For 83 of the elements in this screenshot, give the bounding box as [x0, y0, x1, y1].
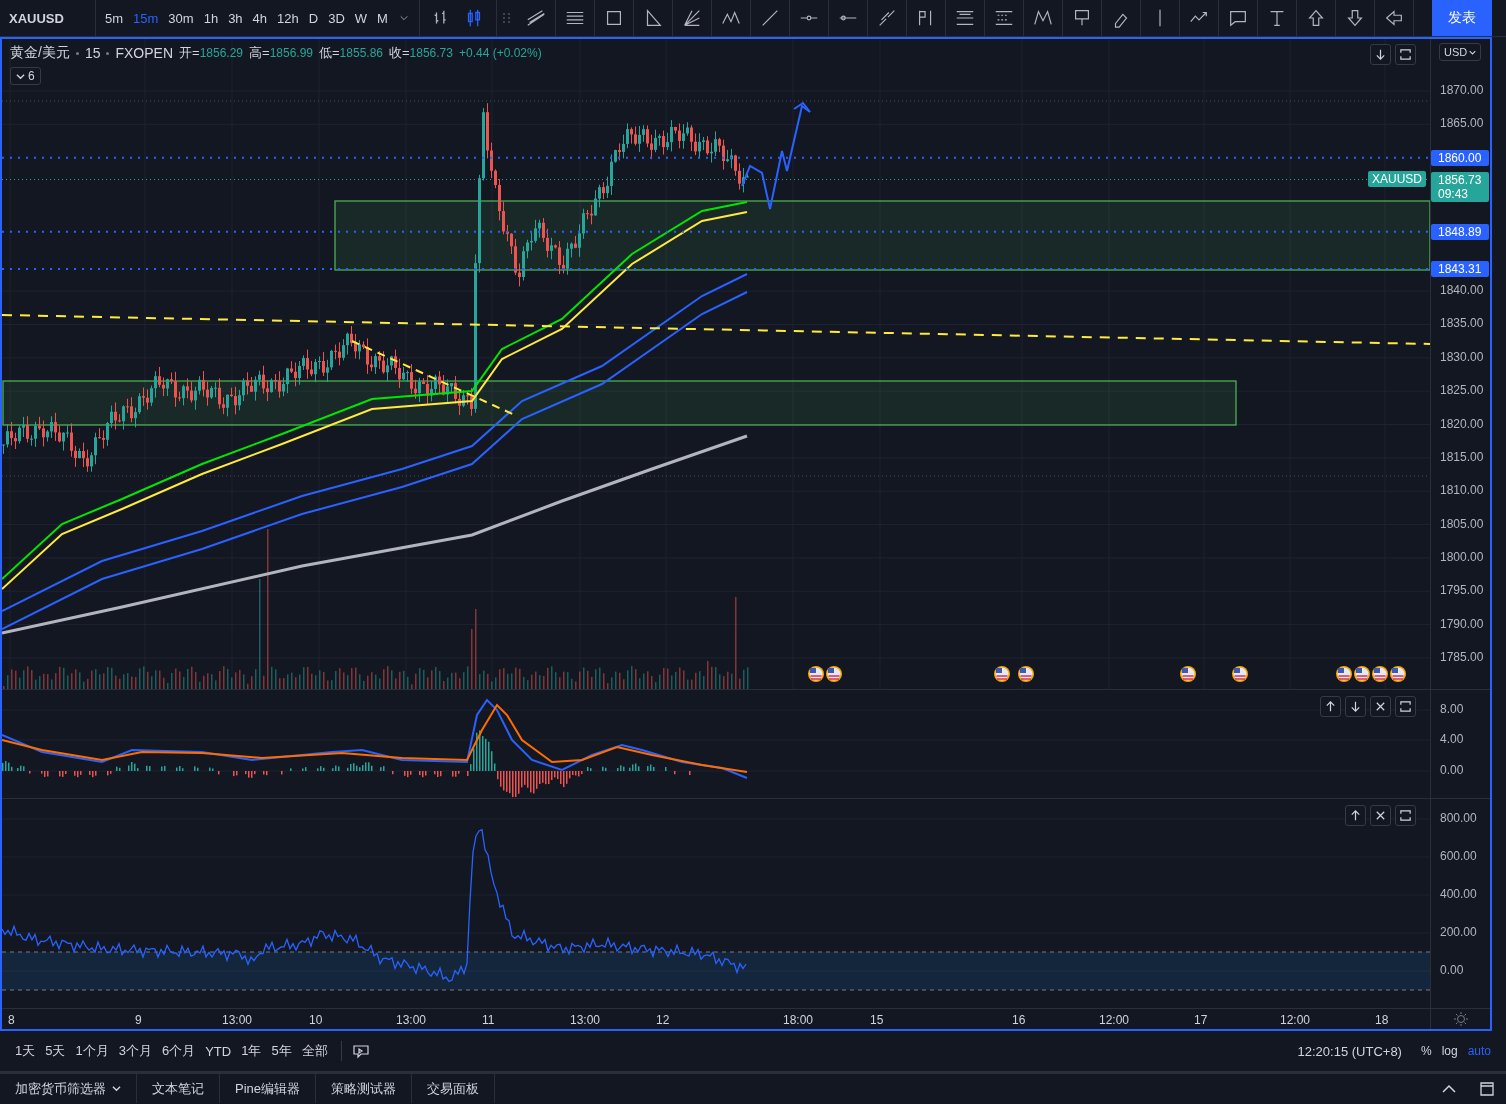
price-label: 1815.00	[1440, 449, 1484, 464]
currency-button[interactable]: USD	[1439, 43, 1482, 61]
price-tag: 1848.89	[1431, 223, 1489, 240]
symbol-tag: XAUUSD	[1368, 170, 1426, 187]
axis-label: 200.00	[1440, 925, 1477, 939]
axis-label: 600.00	[1440, 849, 1477, 863]
interval-button[interactable]: D	[303, 6, 324, 30]
panel-tab[interactable]: 交易面板	[412, 1074, 496, 1103]
interval-button[interactable]: 1h	[198, 6, 224, 30]
axis-label: 400.00	[1440, 887, 1477, 901]
symbol-name: 黄金/美元	[10, 44, 70, 62]
time-label: 18	[1375, 1013, 1389, 1027]
time-label: 13:00	[570, 1013, 601, 1027]
scale-option[interactable]: log	[1436, 1042, 1463, 1060]
price-tag: 1843.31	[1431, 261, 1489, 277]
price-label: 1795.00	[1440, 583, 1484, 598]
price-label: 1865.00	[1440, 116, 1484, 131]
indicators-toggle[interactable]: 6	[10, 67, 41, 85]
time-label: 18:00	[783, 1013, 814, 1027]
scale-option[interactable]: auto	[1462, 1042, 1496, 1060]
ohlc-value: 开=1856.29	[179, 44, 244, 62]
range-button[interactable]: YTD	[200, 1039, 237, 1063]
price-label: 1785.00	[1440, 649, 1484, 664]
scale-option[interactable]: %	[1415, 1042, 1437, 1060]
price-label: 1870.00	[1440, 83, 1484, 97]
ohlc-value: 收=1856.73	[389, 44, 453, 62]
time-label: 8	[8, 1013, 15, 1027]
interval-button[interactable]: 15m	[128, 6, 164, 30]
axis-label: 0.00	[1440, 963, 1464, 977]
range-button[interactable]: 3个月	[113, 1038, 157, 1064]
price-label: 1825.00	[1440, 383, 1484, 398]
interval-button[interactable]: 30m	[163, 6, 199, 30]
time-label: 9	[135, 1013, 142, 1027]
interval-button[interactable]: 4h	[247, 6, 273, 30]
price-label: 1835.00	[1440, 316, 1484, 331]
price-label: 1810.00	[1440, 483, 1484, 498]
publish-button[interactable]: 发表	[1432, 0, 1492, 36]
axis-label: 8.00	[1440, 702, 1464, 716]
ohlc-value: 低=1855.86	[319, 44, 383, 62]
time-label: 16	[1012, 1013, 1026, 1027]
range-button[interactable]: 5年	[266, 1038, 297, 1064]
axis-label: 4.00	[1440, 732, 1464, 746]
range-button[interactable]: 全部	[296, 1038, 333, 1064]
axis-label: 0.00	[1440, 763, 1464, 777]
interval-button[interactable]: 3D	[323, 6, 350, 30]
range-button[interactable]: 5天	[40, 1038, 71, 1064]
price-tag: 1860.00	[1431, 149, 1489, 166]
symbol-search[interactable]: XAUUSD	[0, 0, 96, 36]
price-label: 1805.00	[1440, 516, 1484, 531]
range-button[interactable]: 6个月	[156, 1038, 201, 1064]
time-label: 13:00	[222, 1013, 253, 1027]
range-button[interactable]: 1个月	[70, 1038, 114, 1064]
time-label: 17	[1194, 1013, 1208, 1027]
panel-tab[interactable]: 文本笔记	[137, 1074, 220, 1103]
range-button[interactable]: 1年	[236, 1038, 267, 1064]
interval-button[interactable]: 12h	[272, 6, 304, 30]
interval-button[interactable]: 3h	[223, 6, 248, 30]
price-change: +0.44 (+0.02%)	[459, 46, 542, 60]
panel-tab[interactable]: 加密货币筛选器	[0, 1074, 137, 1103]
price-label: 1840.00	[1440, 283, 1484, 298]
price-label: 1790.00	[1440, 616, 1484, 631]
interval-button[interactable]: 5m	[100, 6, 129, 30]
panel-tab[interactable]: 策略测试器	[316, 1074, 413, 1103]
price-label: 1800.00	[1440, 549, 1484, 564]
price-label: 1820.00	[1440, 416, 1484, 431]
price-label: 1830.00	[1440, 349, 1484, 364]
time-label: 12:00	[1099, 1013, 1130, 1027]
clock: 12:20:15 (UTC+8)	[1297, 1043, 1402, 1059]
interval-label: 15	[84, 45, 101, 61]
time-label: 11	[482, 1013, 495, 1027]
interval-button[interactable]: W	[349, 6, 373, 30]
axis-label: 800.00	[1440, 811, 1477, 825]
time-label: 12:00	[1280, 1013, 1311, 1027]
panel-tab[interactable]: Pine编辑器	[220, 1074, 317, 1103]
time-label: 12	[656, 1013, 670, 1027]
last-price-tag: 1856.73 09:43	[1431, 171, 1489, 202]
time-label: 15	[870, 1013, 884, 1027]
time-label: 10	[309, 1013, 323, 1027]
time-label: 13:00	[396, 1013, 427, 1027]
exchange-label: FXOPEN	[115, 45, 174, 61]
ohlc-value: 高=1856.99	[249, 44, 313, 62]
range-button[interactable]: 1天	[10, 1038, 41, 1064]
interval-button[interactable]: M	[372, 6, 393, 30]
